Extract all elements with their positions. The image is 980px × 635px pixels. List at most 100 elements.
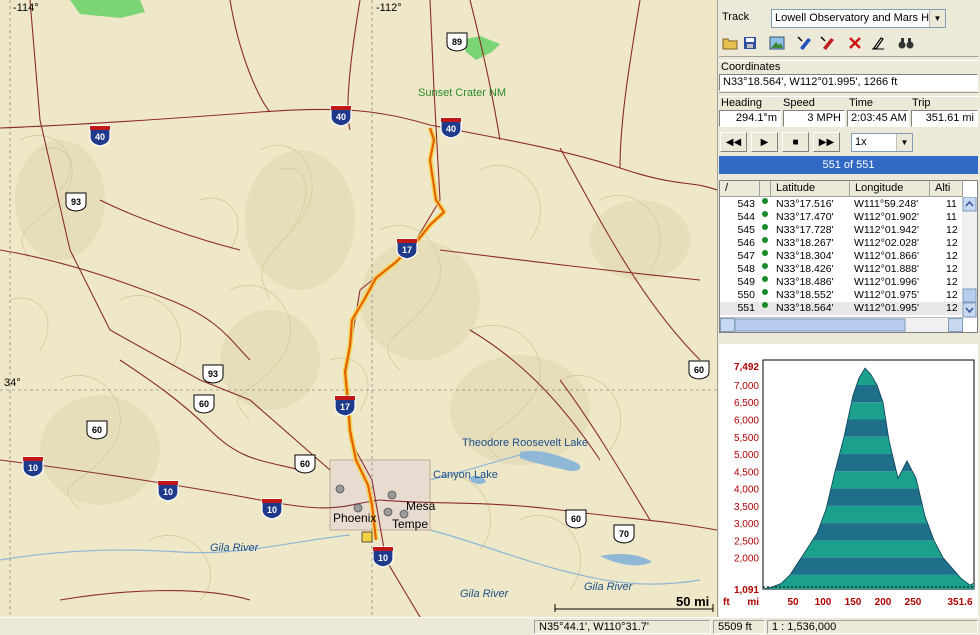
place-label-mesa: Mesa bbox=[406, 499, 436, 513]
stop-button[interactable]: ■ bbox=[782, 132, 809, 152]
row-longitude: W112°02.028' bbox=[854, 237, 919, 249]
track-label: Track bbox=[722, 11, 750, 23]
y-tick-label: 5,500 bbox=[734, 433, 759, 444]
row-latitude: N33°18.552' bbox=[776, 289, 834, 301]
row-index: 551 bbox=[737, 302, 755, 314]
heading-label: Heading bbox=[721, 97, 762, 109]
edit-icon[interactable] bbox=[868, 33, 888, 53]
place-label-gila-river: Gila River bbox=[460, 588, 509, 600]
shield-number: 10 bbox=[28, 463, 38, 473]
y-tick-label: 1,091 bbox=[734, 585, 759, 596]
y-tick-label: 2,000 bbox=[734, 554, 759, 565]
y-tick-label: 5,000 bbox=[734, 450, 759, 461]
x-tick-label: 250 bbox=[905, 597, 922, 608]
us-route-shield-icon: 60 bbox=[565, 509, 587, 529]
table-row[interactable]: 543 N33°17.516' W111°59.248' 11 bbox=[720, 198, 963, 211]
row-index: 548 bbox=[737, 263, 755, 275]
table-row[interactable]: 544 N33°17.470' W112°01.902' 11 bbox=[720, 211, 963, 224]
shield-number: 10 bbox=[378, 553, 388, 563]
row-latitude: N33°17.516' bbox=[776, 198, 834, 210]
column-header-longitude[interactable]: Longitude bbox=[850, 181, 930, 197]
waypoint-dot-icon bbox=[762, 263, 768, 269]
playback-progress[interactable]: 551 of 551 bbox=[719, 156, 978, 174]
y-tick-label: 4,000 bbox=[734, 485, 759, 496]
pen-blue-icon[interactable] bbox=[795, 33, 815, 53]
track-select[interactable]: Lowell Observatory and Mars Hill I ▼ bbox=[771, 9, 946, 28]
table-row[interactable]: 549 N33°18.486' W112°01.996' 12 bbox=[720, 276, 963, 289]
shield-number: 70 bbox=[619, 529, 629, 539]
track-name: Lowell Observatory and Mars Hill I bbox=[775, 12, 943, 24]
playback-speed-select[interactable]: 1x ▼ bbox=[851, 133, 913, 152]
row-index: 547 bbox=[737, 250, 755, 262]
save-icon[interactable] bbox=[740, 33, 760, 53]
row-altitude: 11 bbox=[946, 211, 957, 223]
row-altitude: 12 bbox=[946, 263, 958, 275]
shield-number: 40 bbox=[95, 132, 105, 142]
speed-label: Speed bbox=[783, 97, 815, 109]
x-tick-label: 100 bbox=[815, 597, 832, 608]
row-longitude: W112°01.975' bbox=[854, 289, 919, 301]
trackpoint-table[interactable]: / Latitude Longitude Alti 543 N33°17.516'… bbox=[719, 180, 978, 333]
cursor-position: N35°44.1', W110°31.7' bbox=[534, 620, 711, 634]
horizontal-scrollbar[interactable] bbox=[720, 317, 963, 332]
us-route-shield-icon: 60 bbox=[294, 454, 316, 474]
y-tick-label: 7,492 bbox=[734, 362, 759, 373]
table-row[interactable]: 547 N33°18.304' W112°01.866' 12 bbox=[720, 250, 963, 263]
row-index: 549 bbox=[737, 276, 755, 288]
shield-number: 60 bbox=[571, 514, 581, 524]
vertical-scrollbar[interactable] bbox=[962, 196, 977, 318]
stop-icon: ■ bbox=[792, 136, 799, 148]
rewind-icon: ◀◀ bbox=[725, 136, 742, 148]
play-button[interactable]: ▶ bbox=[751, 132, 778, 152]
table-row[interactable]: 546 N33°18.267' W112°02.028' 12 bbox=[720, 237, 963, 250]
row-altitude: 12 bbox=[946, 250, 958, 262]
row-longitude: W112°01.996' bbox=[854, 276, 919, 288]
map-view[interactable]: 40 40 40 17 17 10 10 10 10 89 93 93 60 60 60 60 60 70 -11… bbox=[0, 0, 717, 617]
row-altitude: 12 bbox=[946, 237, 958, 249]
interstate-shield-icon: 17 bbox=[334, 395, 356, 417]
place-label-sunset-crater: Sunset Crater NM bbox=[418, 87, 507, 99]
elevation-profile[interactable]: 7,492 7,000 6,500 6,000 5,500 5,000 4,500 4,000… bbox=[719, 344, 978, 617]
column-header-latitude[interactable]: Latitude bbox=[771, 181, 850, 197]
column-header-icon[interactable] bbox=[760, 181, 771, 197]
rewind-button[interactable]: ◀◀ bbox=[720, 132, 747, 152]
delete-icon[interactable] bbox=[845, 33, 865, 53]
fast-forward-button[interactable]: ▶▶ bbox=[813, 132, 840, 152]
x-tick-label: 150 bbox=[845, 597, 862, 608]
shield-number: 93 bbox=[208, 369, 218, 379]
y-tick-label: 4,500 bbox=[734, 467, 759, 478]
row-latitude: N33°18.564' bbox=[776, 302, 834, 314]
chevron-down-icon[interactable]: ▼ bbox=[929, 10, 945, 27]
y-tick-label: 3,000 bbox=[734, 519, 759, 530]
place-label-canyon-lake: Canyon Lake bbox=[433, 469, 498, 481]
binoculars-icon[interactable] bbox=[896, 33, 916, 53]
row-longitude: W112°01.866' bbox=[854, 250, 919, 262]
shield-number: 10 bbox=[267, 505, 277, 515]
time-field: 2:03:45 AM bbox=[847, 110, 909, 127]
shield-number: 89 bbox=[452, 37, 462, 47]
y-tick-label: 6,500 bbox=[734, 398, 759, 409]
image-icon[interactable] bbox=[767, 33, 787, 53]
column-header-altitude[interactable]: Alti bbox=[930, 181, 963, 197]
table-row[interactable]: 545 N33°17.728' W112°01.942' 12 bbox=[720, 224, 963, 237]
waypoint-dot-icon bbox=[762, 211, 768, 217]
longitude-label: -114° bbox=[13, 2, 39, 14]
column-header-index[interactable]: / bbox=[720, 181, 760, 197]
chevron-down-icon[interactable]: ▼ bbox=[896, 134, 912, 151]
row-longitude: W111°59.248' bbox=[854, 198, 919, 210]
shield-number: 17 bbox=[340, 402, 350, 412]
current-position-marker[interactable] bbox=[361, 531, 373, 543]
table-row[interactable]: 548 N33°18.426' W112°01.888' 12 bbox=[720, 263, 963, 276]
pen-red-icon[interactable] bbox=[818, 33, 838, 53]
shield-number: 60 bbox=[199, 399, 209, 409]
elevation-chart: 7,492 7,000 6,500 6,000 5,500 5,000 4,500 4,000… bbox=[723, 359, 975, 608]
row-index: 544 bbox=[737, 211, 755, 223]
trip-field: 351.61 mi bbox=[911, 110, 978, 127]
fast-forward-icon: ▶▶ bbox=[818, 136, 835, 148]
open-folder-icon[interactable] bbox=[720, 33, 740, 53]
table-row[interactable]: 551 N33°18.564' W112°01.995' 12 bbox=[720, 302, 963, 315]
table-row[interactable]: 550 N33°18.552' W112°01.975' 12 bbox=[720, 289, 963, 302]
us-route-shield-icon: 89 bbox=[446, 32, 468, 52]
waypoint-dot-icon bbox=[762, 198, 768, 204]
y-axis-unit: ft bbox=[723, 597, 730, 608]
